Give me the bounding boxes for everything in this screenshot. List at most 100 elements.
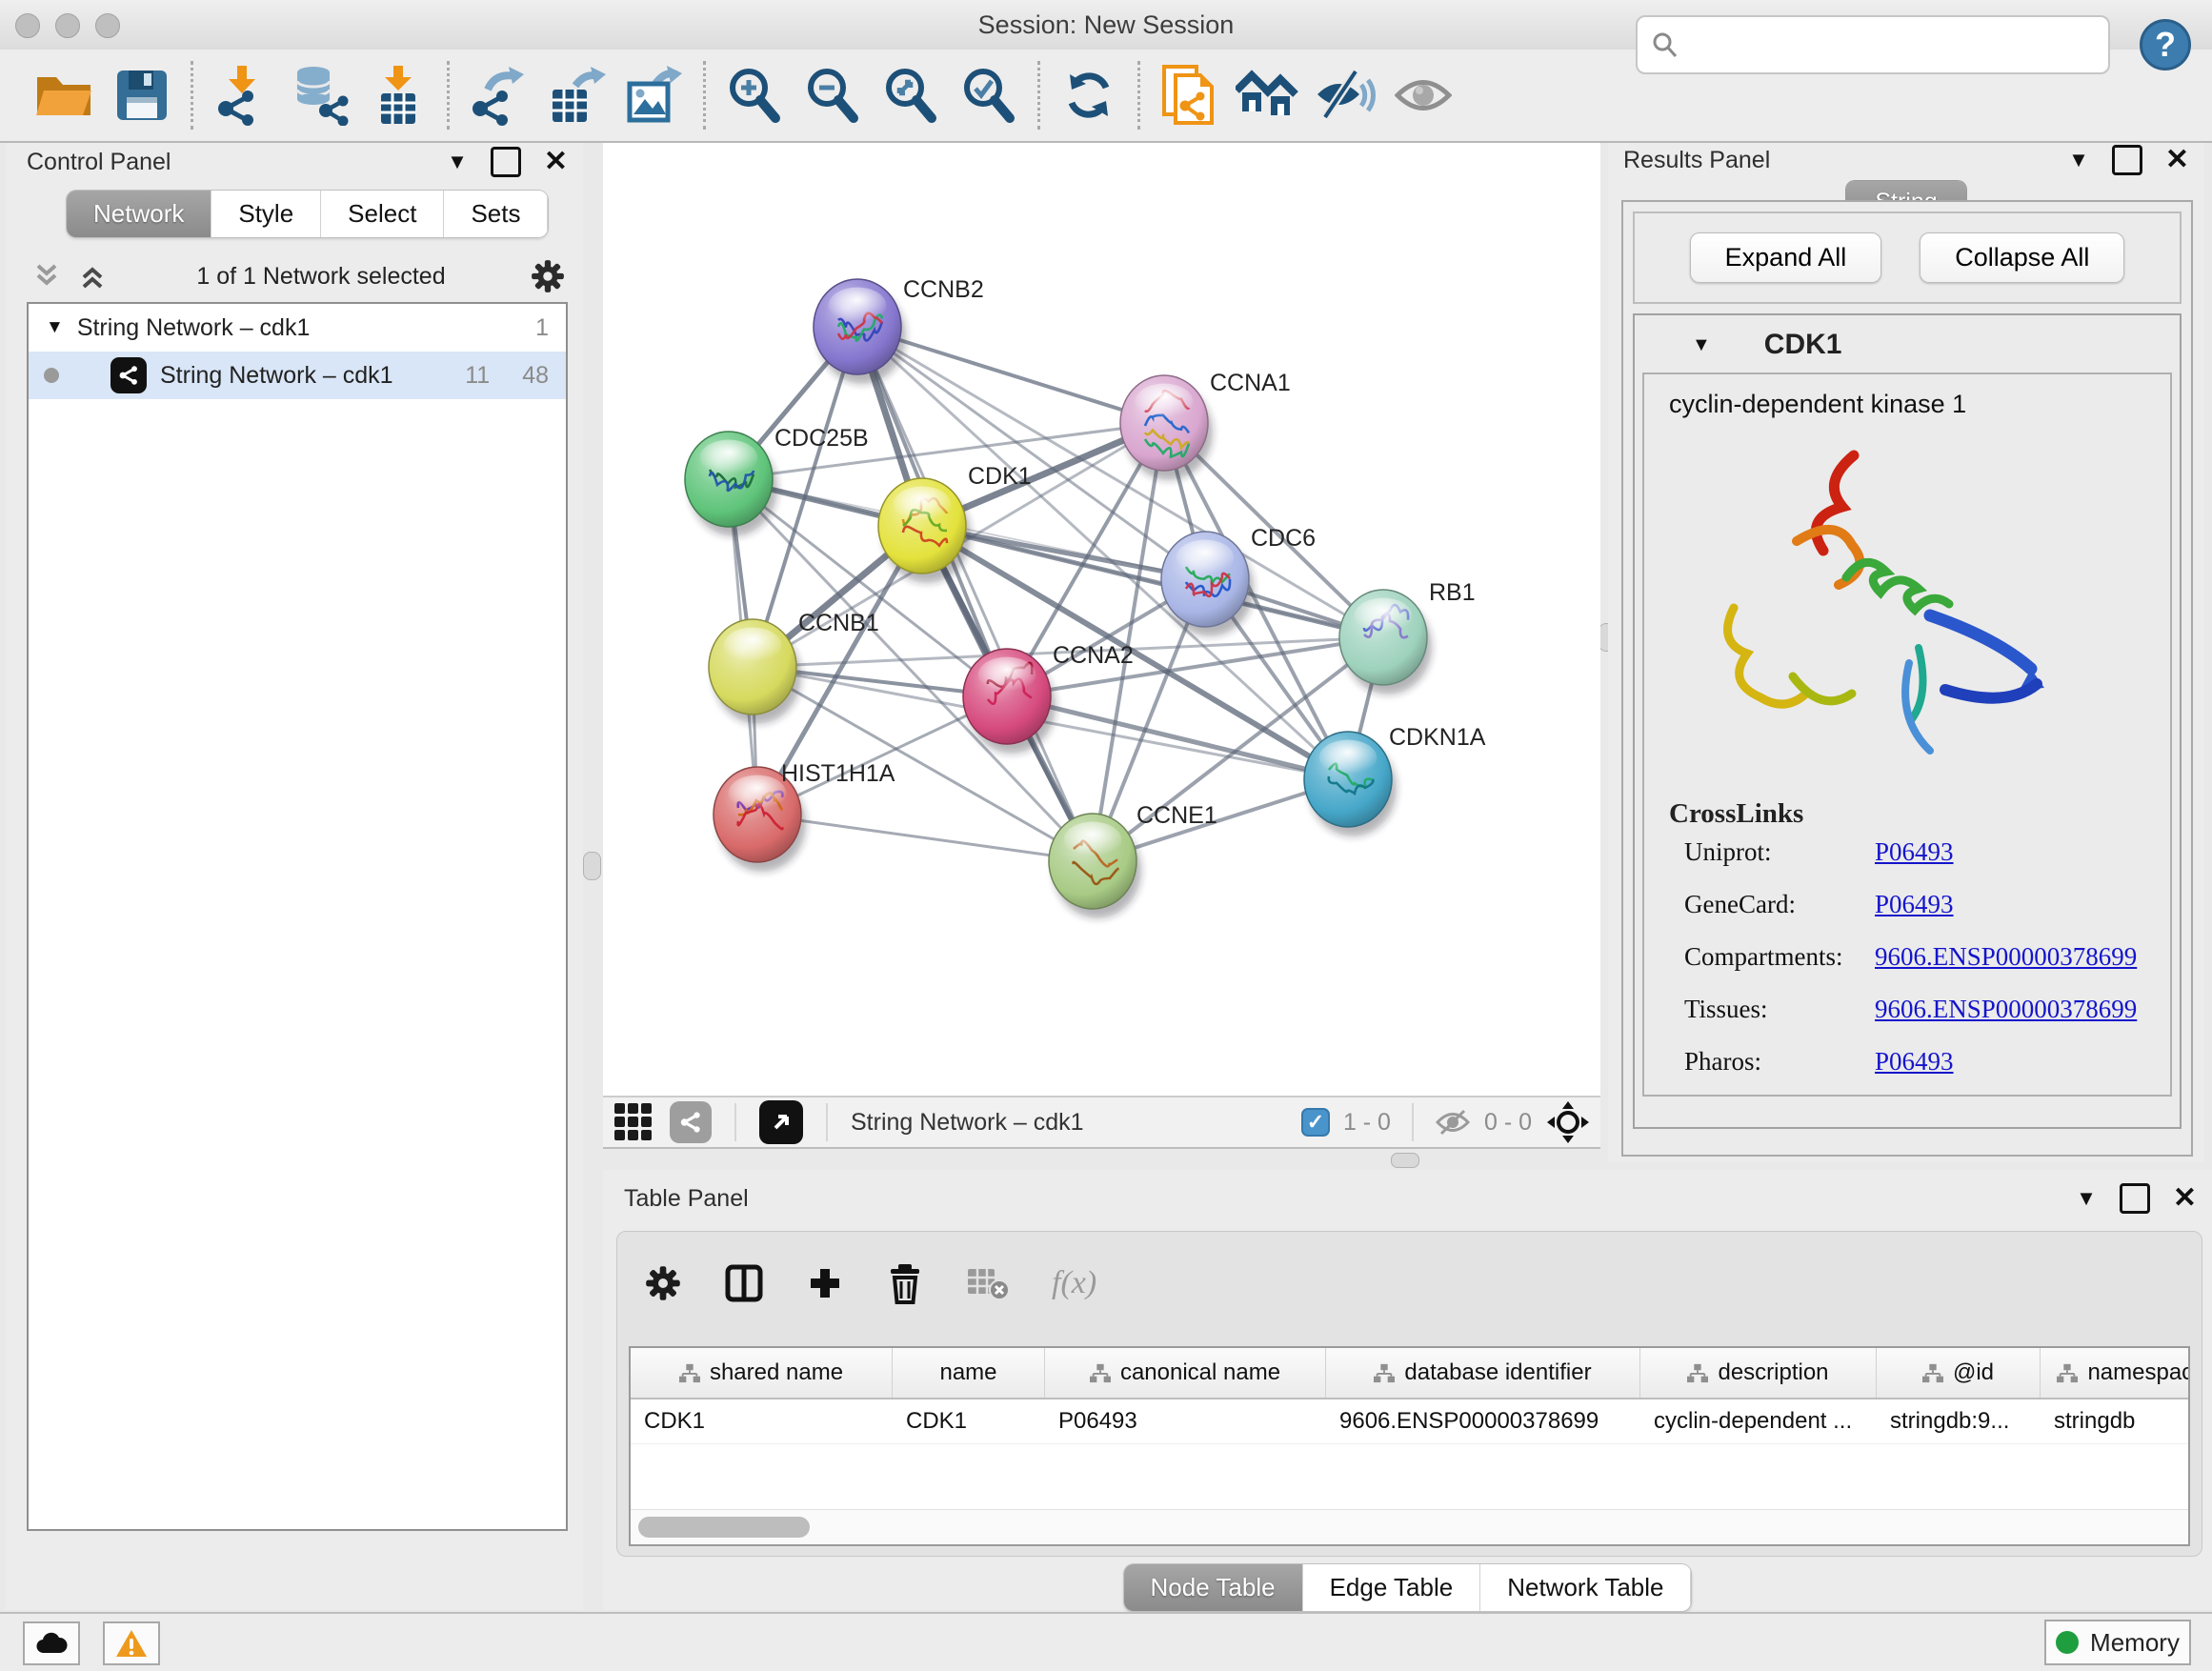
export-table-button[interactable] bbox=[537, 55, 615, 135]
edge-HIST1H1A-CCNE1[interactable] bbox=[757, 815, 1093, 861]
save-session-button[interactable] bbox=[103, 55, 181, 135]
entry-header[interactable]: ▼ CDK1 bbox=[1635, 315, 2180, 372]
network-view-toolbar: String Network – cdk1 ✓ 1 - 0 0 - 0 bbox=[603, 1096, 1600, 1149]
collapse-all-button[interactable]: Collapse All bbox=[1920, 232, 2124, 283]
network-share-view-icon[interactable] bbox=[670, 1101, 712, 1143]
collapse-icon[interactable]: ▼ bbox=[46, 317, 64, 338]
float-panel-icon[interactable] bbox=[2120, 1183, 2150, 1214]
toolbar-search bbox=[1636, 15, 2110, 74]
entry-body: cyclin-dependent kinase 1 bbox=[1642, 372, 2172, 1097]
table-cell[interactable]: cyclin-dependent ... bbox=[1640, 1399, 1877, 1443]
tab-node-table[interactable]: Node Table bbox=[1124, 1564, 1303, 1611]
grid-view-icon[interactable] bbox=[613, 1101, 654, 1143]
table-cell[interactable]: stringdb bbox=[2041, 1399, 2190, 1443]
node-table[interactable]: shared namenamecanonical namedatabase id… bbox=[629, 1346, 2190, 1546]
panel-menu-icon[interactable]: ▼ bbox=[2076, 1186, 2097, 1211]
toolbar-separator bbox=[703, 61, 706, 130]
network-row-selected[interactable]: String Network – cdk1 11 48 bbox=[29, 352, 566, 399]
crosslink-link[interactable]: 9606.ENSP00000378699 bbox=[1875, 995, 2137, 1024]
tab-network-table[interactable]: Network Table bbox=[1480, 1564, 1691, 1611]
column-header-database-identifier[interactable]: database identifier bbox=[1326, 1348, 1640, 1398]
table-cell[interactable]: P06493 bbox=[1045, 1399, 1326, 1443]
birds-eye-view-icon[interactable] bbox=[1545, 1099, 1591, 1145]
tab-edge-table[interactable]: Edge Table bbox=[1303, 1564, 1481, 1611]
close-panel-icon[interactable]: ✕ bbox=[2173, 1184, 2197, 1213]
crosslink-label: Pharos: bbox=[1684, 1047, 1875, 1077]
scrollbar-thumb[interactable] bbox=[638, 1517, 810, 1538]
selected-checkbox-icon[interactable]: ✓ bbox=[1301, 1108, 1330, 1137]
apply-layout-button[interactable] bbox=[1050, 55, 1128, 135]
gear-icon[interactable] bbox=[530, 258, 566, 294]
export-image-button[interactable] bbox=[615, 55, 694, 135]
tab-select[interactable]: Select bbox=[321, 191, 444, 237]
delete-trash-icon[interactable] bbox=[886, 1262, 924, 1304]
detach-view-icon[interactable] bbox=[759, 1100, 803, 1144]
panel-menu-icon[interactable]: ▼ bbox=[447, 150, 468, 174]
table-options-gear-icon[interactable] bbox=[644, 1264, 682, 1302]
import-table-button[interactable] bbox=[359, 55, 437, 135]
table-cell[interactable]: stringdb:9... bbox=[1877, 1399, 2041, 1443]
table-row[interactable]: CDK1CDK1P064939606.ENSP00000378699cyclin… bbox=[631, 1399, 2188, 1444]
zoom-selected-button[interactable] bbox=[950, 55, 1028, 135]
column-header-name[interactable]: name bbox=[893, 1348, 1045, 1398]
crosslink-link[interactable]: P06493 bbox=[1875, 837, 1954, 867]
column-header-@id[interactable]: @id bbox=[1877, 1348, 2041, 1398]
string-protein-query-button[interactable] bbox=[1150, 55, 1228, 135]
zoom-in-button[interactable] bbox=[715, 55, 794, 135]
bottom-sash-handle[interactable] bbox=[1391, 1153, 1419, 1168]
network-collection-row[interactable]: ▼ String Network – cdk1 1 bbox=[29, 304, 566, 352]
table-container: f(x) shared namenamecanonical namedataba… bbox=[616, 1231, 2202, 1557]
table-cell[interactable]: CDK1 bbox=[893, 1399, 1045, 1443]
float-panel-icon[interactable] bbox=[491, 147, 521, 177]
crosslink-link[interactable]: 9606.ENSP00000378699 bbox=[1875, 942, 2137, 972]
warnings-button[interactable] bbox=[103, 1621, 160, 1665]
export-network-button[interactable] bbox=[459, 55, 537, 135]
collapse-entry-icon[interactable]: ▼ bbox=[1692, 334, 1711, 356]
import-network-file-button[interactable] bbox=[203, 55, 281, 135]
table-cell[interactable]: CDK1 bbox=[631, 1399, 893, 1443]
close-panel-icon[interactable]: ✕ bbox=[544, 148, 568, 176]
left-divider-handle[interactable] bbox=[583, 852, 601, 880]
node-result-entry: ▼ CDK1 cyclin-dependent kinase 1 bbox=[1633, 313, 2182, 1129]
crosslink-link[interactable]: P06493 bbox=[1875, 890, 1954, 919]
expand-all-icon[interactable] bbox=[80, 262, 112, 291]
node-gloss bbox=[1355, 598, 1413, 634]
fit-content-button[interactable] bbox=[872, 55, 950, 135]
tab-sets[interactable]: Sets bbox=[444, 191, 548, 237]
cloud-status-button[interactable] bbox=[23, 1621, 80, 1665]
toolbar-separator bbox=[1037, 61, 1040, 130]
hide-selected-button[interactable] bbox=[1306, 55, 1384, 135]
hidden-counts: 0 - 0 bbox=[1484, 1109, 1532, 1137]
column-header-namespace[interactable]: namespace bbox=[2041, 1348, 2190, 1398]
string-document-icon bbox=[1161, 64, 1217, 127]
tab-style[interactable]: Style bbox=[211, 191, 321, 237]
node-gloss bbox=[700, 440, 758, 476]
search-input[interactable] bbox=[1679, 30, 2083, 61]
horizontal-scrollbar[interactable] bbox=[631, 1509, 2188, 1544]
export-image-icon bbox=[625, 65, 684, 126]
show-columns-icon[interactable] bbox=[724, 1263, 764, 1303]
string-network-graph[interactable]: CCNB2CCNA1CDC25BCDK1CDC6RB1CCNB1CCNA2CDK… bbox=[603, 143, 1600, 1096]
close-panel-icon[interactable]: ✕ bbox=[2165, 146, 2189, 174]
tab-network[interactable]: Network bbox=[67, 191, 211, 237]
expand-all-button[interactable]: Expand All bbox=[1690, 232, 1882, 283]
column-header-description[interactable]: description bbox=[1640, 1348, 1877, 1398]
float-panel-icon[interactable] bbox=[2112, 145, 2142, 175]
open-session-button[interactable] bbox=[25, 55, 103, 135]
help-button[interactable]: ? bbox=[2140, 19, 2191, 70]
zoom-out-button[interactable] bbox=[794, 55, 872, 135]
memory-button[interactable]: Memory bbox=[2044, 1620, 2191, 1665]
show-all-button[interactable] bbox=[1384, 55, 1462, 135]
houses-button[interactable] bbox=[1228, 55, 1306, 135]
import-network-database-button[interactable] bbox=[281, 55, 359, 135]
table-cell[interactable]: 9606.ENSP00000378699 bbox=[1326, 1399, 1640, 1443]
column-header-canonical-name[interactable]: canonical name bbox=[1045, 1348, 1326, 1398]
add-column-icon[interactable] bbox=[806, 1264, 844, 1302]
network-canvas[interactable]: CCNB2CCNA1CDC25BCDK1CDC6RB1CCNB1CCNA2CDK… bbox=[603, 143, 1600, 1096]
open-folder-icon bbox=[34, 70, 93, 121]
node-label-CDC25B: CDC25B bbox=[774, 425, 869, 452]
column-header-shared-name[interactable]: shared name bbox=[631, 1348, 893, 1398]
collapse-all-icon[interactable] bbox=[34, 262, 67, 291]
crosslink-link[interactable]: P06493 bbox=[1875, 1047, 1954, 1077]
panel-menu-icon[interactable]: ▼ bbox=[2068, 148, 2089, 172]
